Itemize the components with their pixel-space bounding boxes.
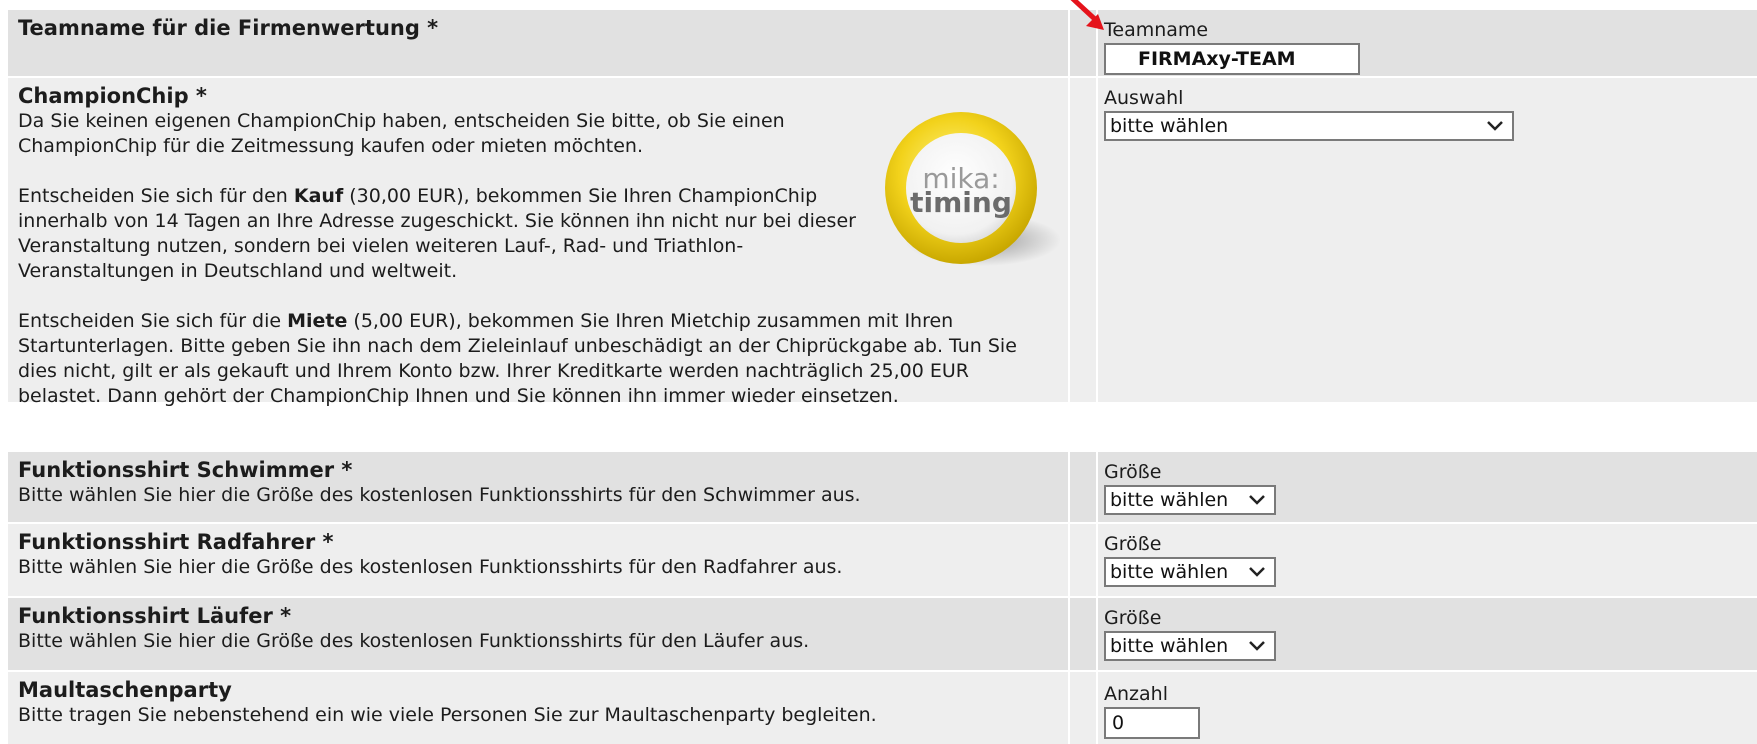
row-shirt-cyclist-left: Funktionsshirt Radfahrer * Bitte wählen … bbox=[18, 530, 1063, 580]
row-shirt-runner: Funktionsshirt Läufer * Bitte wählen Sie… bbox=[8, 596, 1757, 670]
row-shirt-runner-right: Größe bitte wählen bbox=[1104, 606, 1276, 661]
party-description: Bitte tragen Sie nebenstehend ein wie vi… bbox=[18, 704, 877, 726]
shirt-cyclist-description: Bitte wählen Sie hier die Größe des kost… bbox=[18, 556, 843, 578]
shirt-swimmer-description: Bitte wählen Sie hier die Größe des kost… bbox=[18, 484, 861, 506]
shirt-swimmer-size-value: bitte wählen bbox=[1110, 489, 1229, 511]
teamname-label: Teamname bbox=[1104, 19, 1209, 41]
championchip-select[interactable]: bitte wählen bbox=[1104, 111, 1514, 141]
championchip-select-value: bitte wählen bbox=[1110, 115, 1229, 137]
row-shirt-swimmer-left: Funktionsshirt Schwimmer * Bitte wählen … bbox=[18, 458, 1063, 508]
championchip-intro: Da Sie keinen eigenen ChampionChip haben… bbox=[18, 110, 785, 157]
shirt-swimmer-size-label: Größe bbox=[1104, 461, 1162, 483]
shirt-cyclist-title: Funktionsshirt Radfahrer * bbox=[18, 530, 334, 554]
shirt-swimmer-title: Funktionsshirt Schwimmer * bbox=[18, 458, 353, 482]
row-party-right: Anzahl bbox=[1104, 682, 1200, 739]
column-divider bbox=[1068, 78, 1070, 402]
shirt-runner-description: Bitte wählen Sie hier die Größe des kost… bbox=[18, 630, 810, 652]
party-title: Maultaschenparty bbox=[18, 678, 232, 702]
row-teamname-right: Teamname bbox=[1104, 18, 1360, 75]
column-divider bbox=[1096, 672, 1098, 744]
column-divider bbox=[1068, 452, 1070, 522]
row-championchip: ChampionChip * Da Sie keinen eigenen Cha… bbox=[8, 76, 1757, 407]
row-party: Maultaschenparty Bitte tragen Sie nebens… bbox=[8, 670, 1757, 744]
party-count-input[interactable] bbox=[1104, 707, 1200, 739]
championchip-select-label: Auswahl bbox=[1104, 87, 1184, 109]
chevron-down-icon bbox=[1249, 641, 1265, 651]
shirt-runner-size-value: bitte wählen bbox=[1110, 635, 1229, 657]
shirt-cyclist-size-label: Größe bbox=[1104, 533, 1162, 555]
shirt-swimmer-size-select[interactable]: bitte wählen bbox=[1104, 485, 1276, 515]
column-divider bbox=[1068, 524, 1070, 596]
row-teamname-left: Teamname für die Firmenwertung * bbox=[18, 16, 1063, 41]
championchip-rent-text: Entscheiden Sie sich für die Miete (5,00… bbox=[18, 310, 1017, 407]
row-shirt-cyclist-right: Größe bitte wählen bbox=[1104, 532, 1276, 587]
rent-label: Miete bbox=[287, 310, 348, 332]
chevron-down-icon bbox=[1249, 495, 1265, 505]
column-divider bbox=[1096, 78, 1098, 402]
column-divider bbox=[1096, 524, 1098, 596]
red-arrow-icon bbox=[1070, 0, 1104, 30]
shirt-runner-size-select[interactable]: bitte wählen bbox=[1104, 631, 1276, 661]
row-shirt-cyclist: Funktionsshirt Radfahrer * Bitte wählen … bbox=[8, 522, 1757, 596]
chevron-down-icon bbox=[1487, 121, 1503, 131]
row-shirt-swimmer: Funktionsshirt Schwimmer * Bitte wählen … bbox=[8, 450, 1757, 522]
row-championchip-right: Auswahl bitte wählen bbox=[1104, 86, 1514, 141]
shirt-runner-title: Funktionsshirt Läufer * bbox=[18, 604, 292, 628]
row-shirt-swimmer-right: Größe bitte wählen bbox=[1104, 460, 1276, 515]
chevron-down-icon bbox=[1249, 567, 1265, 577]
row-shirt-runner-left: Funktionsshirt Läufer * Bitte wählen Sie… bbox=[18, 604, 1063, 654]
column-divider bbox=[1096, 452, 1098, 522]
row-teamname: Teamname für die Firmenwertung * Teamnam… bbox=[8, 8, 1757, 76]
buy-label: Kauf bbox=[293, 185, 344, 207]
shirt-cyclist-size-value: bitte wählen bbox=[1110, 561, 1229, 583]
logo-text-line2: timing bbox=[910, 186, 1012, 219]
column-divider bbox=[1096, 598, 1098, 670]
shirt-cyclist-size-select[interactable]: bitte wählen bbox=[1104, 557, 1276, 587]
teamname-title: Teamname für die Firmenwertung * bbox=[18, 16, 439, 40]
teamname-input[interactable] bbox=[1104, 43, 1360, 75]
mika-timing-chip-logo: mika: timing bbox=[885, 112, 1061, 266]
party-count-label: Anzahl bbox=[1104, 683, 1168, 705]
column-divider bbox=[1068, 672, 1070, 744]
row-party-left: Maultaschenparty Bitte tragen Sie nebens… bbox=[18, 678, 1063, 728]
championchip-buy-text: Entscheiden Sie sich für den Kauf (30,00… bbox=[18, 185, 856, 282]
championchip-title: ChampionChip * bbox=[18, 84, 207, 108]
shirt-runner-size-label: Größe bbox=[1104, 607, 1162, 629]
column-divider bbox=[1068, 598, 1070, 670]
